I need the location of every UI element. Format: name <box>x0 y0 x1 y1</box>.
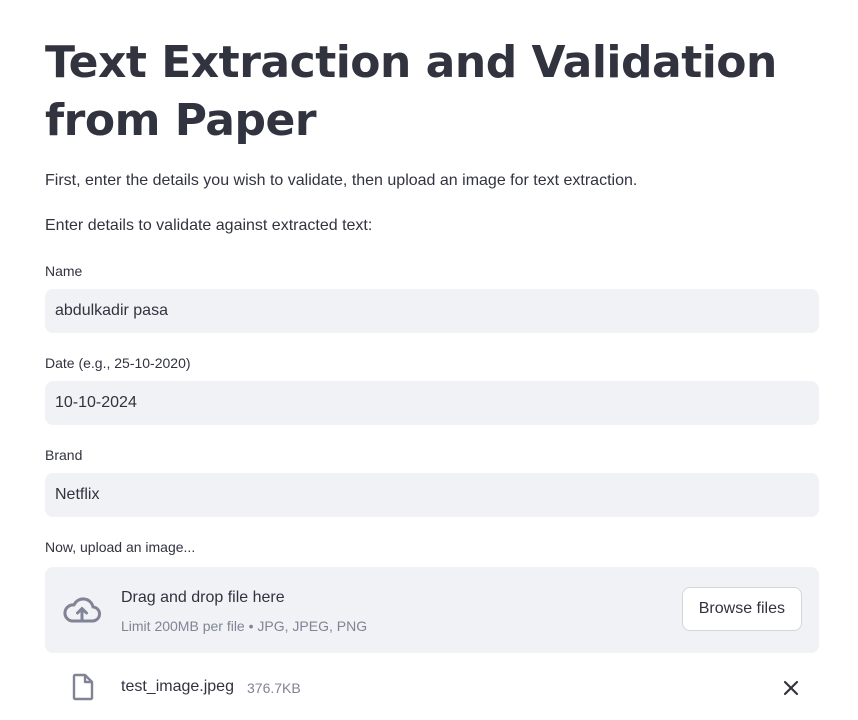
file-dropzone[interactable]: Drag and drop file here Limit 200MB per … <box>45 567 819 653</box>
page-title: Text Extraction and Validation from Pape… <box>45 37 777 146</box>
file-icon <box>72 673 94 701</box>
uploaded-file-name: test_image.jpeg <box>121 678 234 695</box>
intro-text: First, enter the details you wish to val… <box>45 172 638 189</box>
brand-label: Brand <box>45 447 83 463</box>
dropzone-title: Drag and drop file here <box>121 589 285 606</box>
cloud-upload-icon <box>62 591 102 631</box>
brand-input[interactable] <box>45 473 819 517</box>
date-label: Date (e.g., 25-10-2020) <box>45 355 191 371</box>
uploader-label: Now, upload an image... <box>45 539 196 555</box>
close-icon[interactable] <box>780 677 802 699</box>
validation-subheading: Enter details to validate against extrac… <box>45 217 373 234</box>
date-input[interactable] <box>45 381 819 425</box>
browse-files-button[interactable]: Browse files <box>681 587 802 631</box>
dropzone-limit: Limit 200MB per file • JPG, JPEG, PNG <box>121 618 368 634</box>
name-input[interactable] <box>45 289 819 333</box>
uploaded-file-size: 376.7KB <box>247 680 301 696</box>
name-label: Name <box>45 263 83 279</box>
uploaded-file-row: test_image.jpeg 376.7KB <box>45 668 819 708</box>
